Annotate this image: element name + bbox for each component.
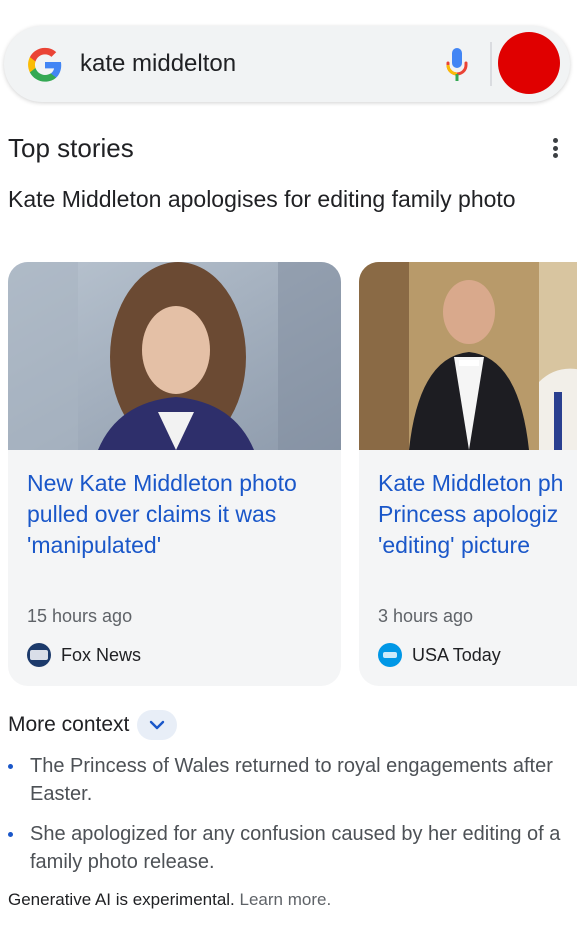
more-context-toggle[interactable]: More context (8, 708, 178, 742)
story-thumbnail-image (359, 262, 577, 450)
search-input[interactable]: kate middelton (80, 50, 236, 78)
bullet-dot-icon (8, 764, 13, 769)
context-bullet-text: She apologized for any confusion caused … (30, 823, 561, 873)
ai-disclaimer: Generative AI is experimental. Learn mor… (8, 890, 331, 910)
story-title-text: Princess apologiz (378, 501, 559, 527)
story-source-name: USA Today (412, 644, 501, 665)
more-options-icon[interactable] (545, 134, 565, 162)
story-thumbnail-image (8, 262, 341, 450)
bullet-dot-icon (8, 832, 13, 837)
story-headline[interactable]: Kate Middleton apologises for editing fa… (8, 184, 548, 215)
story-title-link[interactable]: New Kate Middleton photo pulled over cla… (27, 468, 327, 561)
story-card[interactable]: New Kate Middleton photo pulled over cla… (8, 262, 341, 686)
more-context-label: More context (8, 713, 130, 736)
story-source: Fox News (27, 642, 141, 668)
learn-more-link[interactable]: Learn more. (240, 890, 332, 909)
section-title: Top stories (8, 133, 134, 163)
context-bullet-list: The Princess of Wales returned to royal … (8, 752, 568, 888)
story-title-text: Kate Middleton ph (378, 470, 564, 496)
search-divider (490, 42, 492, 86)
usa-today-logo-icon (378, 643, 402, 667)
microphone-icon[interactable] (443, 46, 471, 84)
ai-disclaimer-text: Generative AI is experimental. (8, 890, 235, 909)
context-bullet: She apologized for any confusion caused … (8, 820, 568, 876)
story-title-line: Kate Middleton ph Princess apologiz 'editi… (378, 468, 577, 561)
google-logo-icon (28, 47, 62, 82)
story-source: USA Today (378, 642, 501, 668)
story-source-name: Fox News (61, 644, 142, 665)
story-title-link[interactable]: Kate Middleton ph Princess apologiz 'editi… (378, 468, 577, 561)
story-time: 3 hours ago (378, 606, 474, 626)
story-card[interactable]: Kate Middleton ph Princess apologiz 'editi… (359, 262, 577, 686)
search-bar[interactable]: kate middelton (4, 26, 570, 102)
chevron-down-icon (150, 720, 165, 730)
expand-button[interactable] (137, 710, 178, 740)
account-avatar[interactable] (498, 32, 560, 94)
story-time: 15 hours ago (27, 606, 133, 626)
story-title-text: 'editing' picture (378, 532, 530, 558)
context-bullet: The Princess of Wales returned to royal … (8, 752, 568, 808)
fox-news-logo-icon (27, 643, 51, 667)
context-bullet-text: The Princess of Wales returned to royal … (30, 755, 553, 805)
